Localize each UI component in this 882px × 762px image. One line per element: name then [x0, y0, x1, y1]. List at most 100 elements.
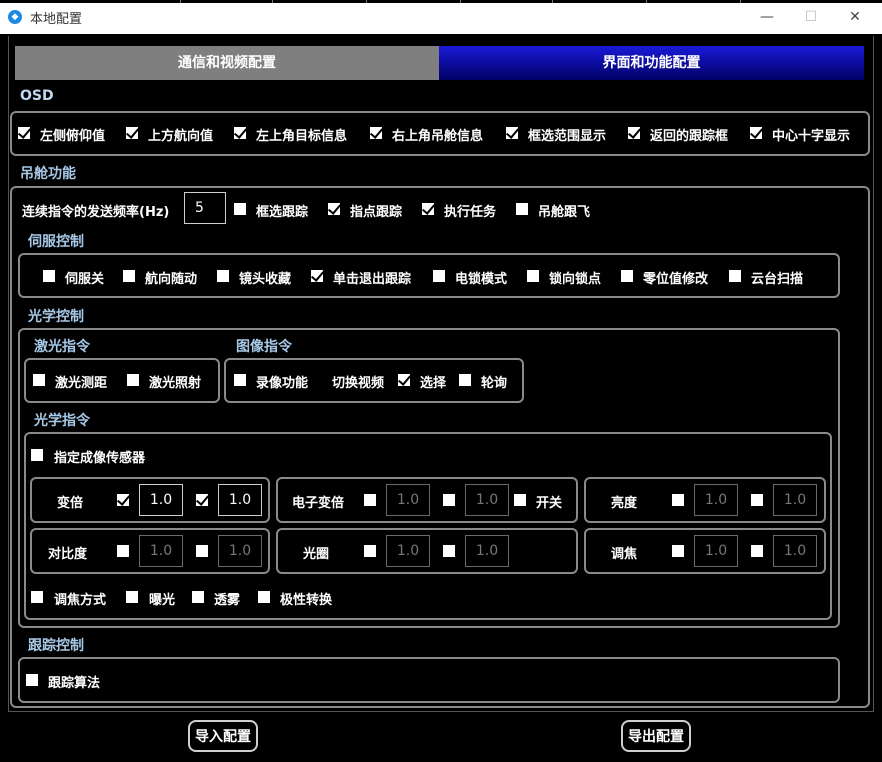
osd-label-target-info: 左上角目标信息: [256, 129, 348, 144]
osd-label-pod-info: 右上角吊舱信息: [392, 129, 484, 144]
brightness-input-1[interactable]: 1.0: [694, 484, 738, 516]
image-checkbox-record[interactable]: [233, 373, 247, 387]
servo-checkbox-click-exit[interactable]: [310, 269, 324, 283]
pod-label-point-track: 指点跟踪: [350, 205, 403, 220]
ezoom-label: 电子变倍: [292, 496, 345, 511]
optic-checkbox-sensor[interactable]: [30, 448, 44, 462]
pod-checkbox-exec-task[interactable]: [421, 202, 435, 216]
osd-checkbox-pitch[interactable]: [17, 126, 31, 140]
servo-label-click-exit: 单击退出跟踪: [333, 272, 412, 287]
laser-checkbox-range[interactable]: [32, 373, 46, 387]
ezoom-checkbox-switch[interactable]: [513, 493, 527, 507]
ezoom-input-2[interactable]: 1.0: [465, 484, 509, 516]
defog-checkbox[interactable]: [191, 590, 205, 604]
minimize-button[interactable]: —: [752, 4, 782, 30]
focus-label: 调焦: [611, 547, 638, 562]
polarity-label: 极性转换: [280, 593, 333, 608]
pod-checkbox-box-track[interactable]: [233, 202, 247, 216]
image-checkbox-select[interactable]: [397, 373, 411, 387]
iris-input-1[interactable]: 1.0: [386, 535, 430, 567]
pod-title: 吊舱功能: [20, 166, 76, 182]
ezoom-label-switch: 开关: [536, 496, 563, 511]
image-label-switch: 切换视频: [332, 376, 385, 391]
ezoom-checkbox-2[interactable]: [442, 493, 456, 507]
servo-label-elec-lock: 电锁模式: [455, 272, 508, 287]
title-bar: ◆ 本地配置 — ☐ ✕: [0, 0, 882, 34]
servo-checkbox-off[interactable]: [42, 269, 56, 283]
brightness-label: 亮度: [611, 496, 638, 511]
track-group: [18, 657, 840, 703]
osd-checkbox-frame-range[interactable]: [505, 126, 519, 140]
exposure-checkbox[interactable]: [125, 590, 139, 604]
export-config-button[interactable]: 导出配置: [621, 720, 691, 752]
servo-label-off: 伺服关: [65, 272, 105, 287]
osd-label-track-box: 返回的跟踪框: [650, 129, 729, 144]
zoom-input-2[interactable]: 1.0: [218, 484, 262, 516]
servo-checkbox-zero-modify[interactable]: [620, 269, 634, 283]
servo-group: [18, 253, 840, 298]
tab-ui-function[interactable]: 界面和功能配置: [439, 46, 864, 80]
iris-checkbox-2[interactable]: [442, 544, 456, 558]
contrast-input-1[interactable]: 1.0: [139, 535, 183, 567]
osd-checkbox-pod-info[interactable]: [369, 126, 383, 140]
osd-label-pitch: 左侧俯仰值: [40, 129, 106, 144]
app-logo-icon: ◆: [8, 10, 22, 24]
servo-label-lock-point: 锁向锁点: [549, 272, 602, 287]
close-button[interactable]: ✕: [840, 4, 870, 30]
focus-input-1[interactable]: 1.0: [694, 535, 738, 567]
servo-checkbox-gimbal-scan[interactable]: [728, 269, 742, 283]
optic-title: 光学指令: [34, 413, 90, 429]
freq-label: 连续指令的发送频率(Hz): [22, 205, 170, 220]
laser-label-range: 激光测距: [55, 376, 108, 391]
import-config-button[interactable]: 导入配置: [188, 720, 258, 752]
focus-input-2[interactable]: 1.0: [773, 535, 817, 567]
polarity-checkbox[interactable]: [257, 590, 271, 604]
pod-label-box-track: 框选跟踪: [256, 205, 309, 220]
iris-label: 光圈: [303, 547, 330, 562]
servo-checkbox-lens-stow[interactable]: [216, 269, 230, 283]
tab-comm-video[interactable]: 通信和视频配置: [15, 46, 439, 80]
focus-checkbox-2[interactable]: [750, 544, 764, 558]
servo-label-zero-modify: 零位值修改: [643, 272, 709, 287]
track-algo-checkbox[interactable]: [25, 673, 39, 687]
track-title: 跟踪控制: [28, 638, 84, 654]
contrast-checkbox-2[interactable]: [195, 544, 209, 558]
contrast-input-2[interactable]: 1.0: [218, 535, 262, 567]
servo-checkbox-elec-lock[interactable]: [432, 269, 446, 283]
servo-checkbox-lock-point[interactable]: [526, 269, 540, 283]
brightness-checkbox-1[interactable]: [671, 493, 685, 507]
zoom-label: 变倍: [57, 496, 84, 511]
image-label-record: 录像功能: [256, 376, 309, 391]
zoom-input-1[interactable]: 1.0: [139, 484, 183, 516]
focus-checkbox-1[interactable]: [671, 544, 685, 558]
iris-input-2[interactable]: 1.0: [465, 535, 509, 567]
laser-title: 激光指令: [34, 339, 90, 355]
servo-title: 伺服控制: [28, 234, 84, 250]
track-algo-label: 跟踪算法: [48, 676, 101, 691]
window-title: 本地配置: [30, 12, 83, 27]
osd-checkbox-crosshair[interactable]: [749, 126, 763, 140]
laser-checkbox-illum[interactable]: [126, 373, 140, 387]
image-checkbox-poll[interactable]: [458, 373, 472, 387]
servo-checkbox-heading-follow[interactable]: [122, 269, 136, 283]
image-label-poll: 轮询: [481, 376, 508, 391]
brightness-checkbox-2[interactable]: [750, 493, 764, 507]
maximize-button[interactable]: ☐: [796, 4, 826, 30]
focus-mode-checkbox[interactable]: [30, 590, 44, 604]
iris-checkbox-1[interactable]: [363, 544, 377, 558]
pod-checkbox-follow[interactable]: [515, 202, 529, 216]
zoom-checkbox-1[interactable]: [116, 493, 130, 507]
osd-checkbox-target-info[interactable]: [233, 126, 247, 140]
pod-checkbox-point-track[interactable]: [327, 202, 341, 216]
optic-group: [24, 432, 832, 620]
osd-checkbox-track-box[interactable]: [627, 126, 641, 140]
focus-mode-label: 调焦方式: [54, 593, 107, 608]
brightness-input-2[interactable]: 1.0: [773, 484, 817, 516]
zoom-checkbox-2[interactable]: [195, 493, 209, 507]
image-title: 图像指令: [236, 339, 292, 355]
ezoom-input-1[interactable]: 1.0: [386, 484, 430, 516]
freq-input[interactable]: 5: [184, 192, 226, 224]
contrast-checkbox-1[interactable]: [116, 544, 130, 558]
ezoom-checkbox-1[interactable]: [363, 493, 377, 507]
osd-checkbox-heading[interactable]: [125, 126, 139, 140]
